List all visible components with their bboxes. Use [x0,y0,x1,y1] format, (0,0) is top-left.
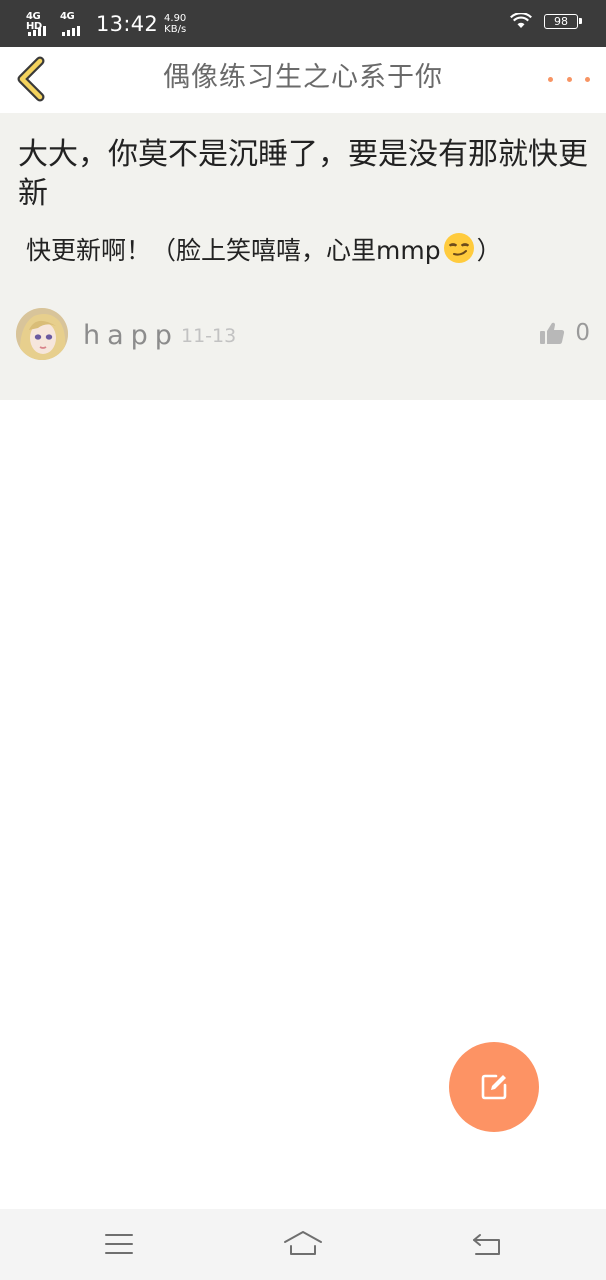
menu-button[interactable] [96,1227,142,1261]
post-card: 大大，你莫不是沉睡了，要是没有那就快更新 快更新啊！（脸上笑嘻嘻，心里mmp ）… [0,113,606,400]
post-title: 大大，你莫不是沉睡了，要是没有那就快更新 [18,137,588,211]
home-button[interactable] [280,1227,326,1261]
status-bar: 4G HD 4G 13:42 4.90 KB/s 98 [0,0,606,47]
more-dot [585,76,590,82]
page-title: 偶像练习生之心系于你 [163,62,443,93]
signal-icon: 4G [60,12,88,36]
post-body-text-end: ） [476,236,502,265]
network-speed-value: 4.90 [164,13,187,24]
battery-icon: 98 [544,13,582,29]
back-icon [473,1234,500,1255]
more-dots-icon [548,76,553,82]
avatar-image [16,308,68,360]
post-body: 快更新啊！（脸上笑嘻嘻，心里mmp ） [26,232,596,269]
app-header: 偶像练习生之心系于你 [0,47,606,111]
like-count: 0 [575,320,590,346]
battery-level: 98 [554,14,568,28]
back-nav-button[interactable] [464,1227,510,1261]
system-nav-bar [0,1209,606,1280]
menu-icon [105,1234,133,1254]
network-type-label: 4G [60,11,75,22]
network-speed: 4.90 KB/s [164,13,186,35]
edit-icon [481,1074,507,1100]
home-icon [284,1231,322,1255]
smirking-face-emoji [443,233,474,263]
post-body-text: 快更新啊！（脸上笑嘻嘻，心里mmp [26,236,441,265]
wifi-icon [510,13,532,28]
author-name[interactable]: happ [83,320,179,351]
network-speed-unit: KB/s [164,24,187,35]
compose-button[interactable] [449,1042,539,1132]
thumbs-up-icon [540,322,565,344]
post-date: 11-13 [181,325,237,347]
signal-icon: 4G HD [26,12,54,36]
more-button[interactable] [548,65,590,93]
avatar[interactable] [16,308,68,360]
clock: 13:42 [96,12,159,36]
post-meta: happ 11-13 0 [16,308,590,364]
more-dot [566,76,572,82]
like-button[interactable]: 0 [539,320,590,346]
